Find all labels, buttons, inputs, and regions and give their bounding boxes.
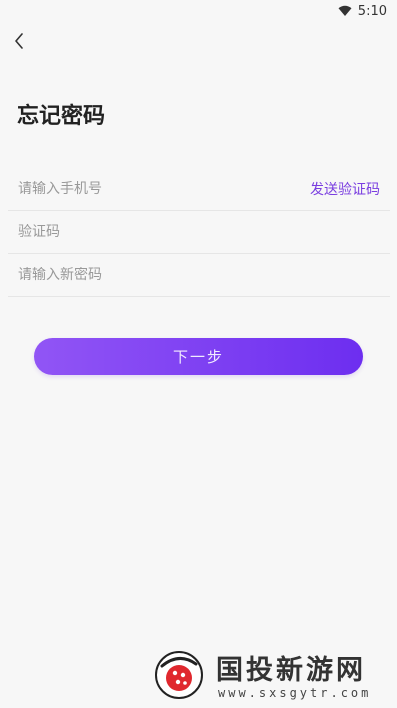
- watermark-logo-icon: [155, 651, 203, 699]
- send-code-button[interactable]: 发送验证码: [304, 179, 380, 199]
- phone-input[interactable]: [18, 181, 304, 197]
- back-button[interactable]: [8, 30, 30, 52]
- status-time: 5:10: [357, 3, 387, 19]
- status-bar: 5:10: [0, 0, 397, 22]
- chevron-left-icon: [15, 33, 23, 49]
- watermark: 国投新游网 www.sxsgytr.com: [150, 644, 390, 706]
- watermark-name: 国投新游网: [216, 655, 366, 686]
- page-title: 忘记密码: [17, 104, 106, 129]
- phone-field-row: 发送验证码: [8, 168, 390, 211]
- new-password-field-row: [8, 254, 390, 297]
- next-button[interactable]: 下一步: [34, 338, 363, 375]
- code-field-row: [8, 211, 390, 254]
- watermark-url: www.sxsgytr.com: [218, 686, 372, 700]
- reset-password-form: 发送验证码: [8, 168, 390, 297]
- wifi-icon: [338, 5, 352, 16]
- verification-code-input[interactable]: [18, 224, 380, 240]
- new-password-input[interactable]: [18, 267, 380, 283]
